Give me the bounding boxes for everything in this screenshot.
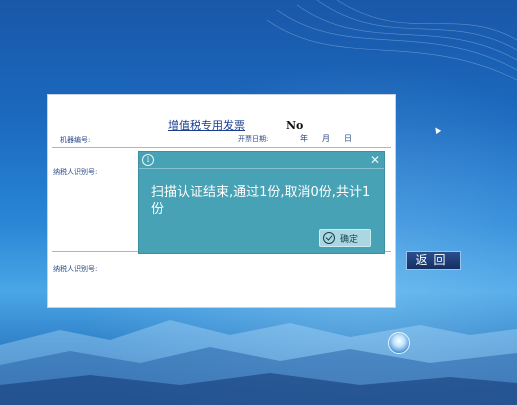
date-day-label: 日: [344, 134, 352, 143]
issue-date-label: 开票日期:: [238, 135, 269, 143]
scan-result-dialog: i ✕ 扫描认证结束,通过1份,取消0份,共计1份 确定: [138, 151, 385, 254]
info-icon: i: [142, 154, 154, 166]
invoice-number-label: No: [286, 119, 304, 132]
start-orb-icon[interactable]: [388, 332, 410, 354]
back-button[interactable]: 返回: [406, 251, 461, 270]
date-year-label: 年: [300, 134, 308, 143]
close-icon[interactable]: ✕: [370, 152, 380, 168]
dialog-titlebar: i ✕: [139, 152, 384, 169]
dialog-message: 扫描认证结束,通过1份,取消0份,共计1份: [151, 185, 371, 217]
invoice-title: 增值税专用发票: [168, 119, 245, 132]
ok-button[interactable]: 确定: [319, 229, 371, 247]
ok-button-label: 确定: [340, 235, 359, 245]
date-month-label: 月: [322, 134, 330, 143]
buyer-tax-id-label: 纳税人识别号:: [53, 168, 98, 176]
machine-number-label: 机器编号:: [60, 136, 91, 144]
seller-tax-id-label: 纳税人识别号:: [53, 265, 98, 273]
check-circle-icon: [323, 232, 335, 244]
divider: [52, 147, 391, 148]
